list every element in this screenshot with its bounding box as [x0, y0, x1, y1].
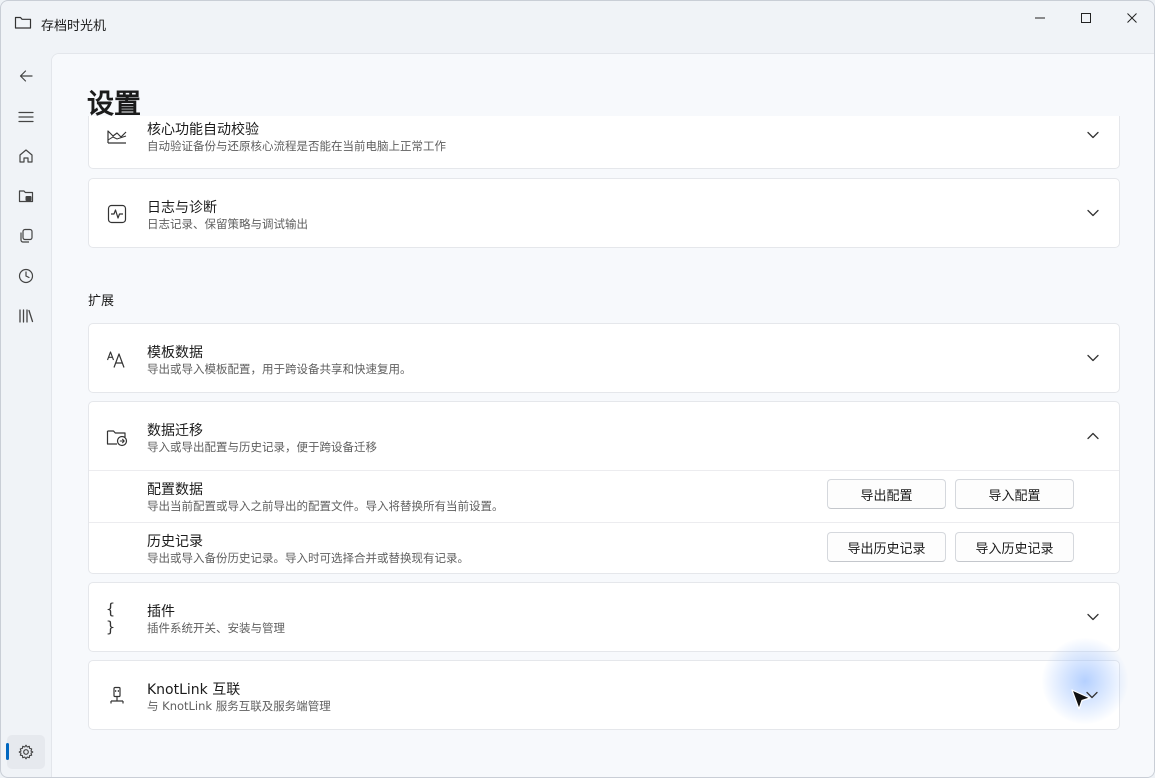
font-size-icon: [106, 348, 128, 370]
config-data-title: 配置数据: [147, 482, 203, 498]
import-history-button[interactable]: 导入历史记录: [955, 532, 1074, 562]
chart-area-icon: [106, 125, 128, 147]
braces-icon: { }: [106, 600, 116, 636]
card-subtitle: 导出或导入模板配置，用于跨设备共享和快速复用。: [147, 362, 412, 376]
nav-backups[interactable]: [7, 179, 45, 213]
export-config-button[interactable]: 导出配置: [827, 479, 946, 509]
card-subtitle: 导入或导出配置与历史记录，便于跨设备迁移: [147, 440, 377, 454]
home-icon: [19, 149, 33, 163]
chevron-down-icon[interactable]: [1085, 350, 1101, 366]
history-title: 历史记录: [147, 534, 203, 550]
card-logs[interactable]: 日志与诊断 日志记录、保留策略与调试输出: [88, 178, 1120, 248]
card-subtitle: 与 KnotLink 服务互联及服务端管理: [147, 699, 331, 713]
backup-drive-icon: [18, 190, 34, 203]
menu-button[interactable]: [7, 100, 45, 134]
chevron-down-icon[interactable]: [1085, 127, 1101, 143]
chevron-down-icon[interactable]: [1085, 205, 1101, 221]
title-bar: 存档时光机: [1, 1, 1154, 47]
card-templates[interactable]: 模板数据 导出或导入模板配置，用于跨设备共享和快速复用。: [88, 323, 1120, 393]
nav-library[interactable]: [7, 299, 45, 333]
chevron-up-icon[interactable]: [1085, 428, 1101, 444]
card-title: KnotLink 互联: [147, 682, 241, 698]
mouse-cursor-icon: [1070, 688, 1092, 712]
nav-copies[interactable]: [7, 219, 45, 253]
card-subtitle: 插件系统开关、安装与管理: [147, 621, 285, 635]
gear-icon: [18, 744, 34, 760]
nav-history[interactable]: [7, 259, 45, 293]
divider: [89, 522, 1119, 523]
folder-arrow-icon: [106, 426, 128, 448]
card-title: 核心功能自动校验: [147, 122, 259, 138]
card-title: 插件: [147, 604, 175, 620]
import-config-button[interactable]: 导入配置: [955, 479, 1074, 509]
nav-settings[interactable]: [7, 735, 45, 769]
back-arrow-icon: [19, 70, 33, 82]
close-button[interactable]: [1109, 1, 1154, 35]
app-window: 存档时光机 设置 核心功能自动校验 自动验证备份与还原核心流程是否能在当前电脑上…: [0, 0, 1155, 778]
close-icon: [1127, 13, 1137, 23]
card-title: 模板数据: [147, 345, 203, 361]
copy-icon: [20, 228, 33, 243]
card-title: 日志与诊断: [147, 200, 217, 216]
pulse-icon: [106, 203, 128, 225]
divider: [89, 470, 1119, 471]
title-backdrop: [52, 54, 1154, 116]
back-button[interactable]: [7, 59, 45, 93]
card-title: 数据迁移: [147, 423, 203, 439]
card-subtitle: 自动验证备份与还原核心流程是否能在当前电脑上正常工作: [147, 139, 446, 153]
card-plugins[interactable]: { } 插件 插件系统开关、安装与管理: [88, 582, 1120, 652]
library-icon: [19, 309, 34, 323]
window-title: 存档时光机: [41, 19, 107, 34]
nav-home[interactable]: [7, 139, 45, 173]
minimize-icon: [1035, 17, 1045, 19]
maximize-button[interactable]: [1063, 1, 1109, 35]
section-label-extensions: 扩展: [88, 294, 115, 309]
settings-page: 设置 核心功能自动校验 自动验证备份与还原核心流程是否能在当前电脑上正常工作 日…: [51, 53, 1154, 777]
chevron-down-icon[interactable]: [1085, 609, 1101, 625]
clock-icon: [18, 268, 34, 284]
card-subtitle: 日志记录、保留策略与调试输出: [147, 217, 308, 231]
usb-plug-icon: [106, 685, 128, 707]
folder-icon: [14, 14, 32, 30]
nav-active-indicator: [6, 743, 9, 760]
page-title: 设置: [87, 89, 141, 120]
minimize-button[interactable]: [1017, 1, 1063, 35]
history-subtitle: 导出或导入备份历史记录。导入时可选择合并或替换现有记录。: [147, 551, 469, 565]
card-data-migration: 数据迁移 导入或导出配置与历史记录，便于跨设备迁移 配置数据 导出当前配置或导入…: [88, 401, 1120, 574]
menu-icon: [18, 111, 34, 123]
maximize-icon: [1081, 13, 1091, 23]
card-knotlink[interactable]: KnotLink 互联 与 KnotLink 服务互联及服务端管理: [88, 660, 1120, 730]
export-history-button[interactable]: 导出历史记录: [827, 532, 946, 562]
config-data-subtitle: 导出当前配置或导入之前导出的配置文件。导入将替换所有当前设置。: [147, 499, 504, 513]
